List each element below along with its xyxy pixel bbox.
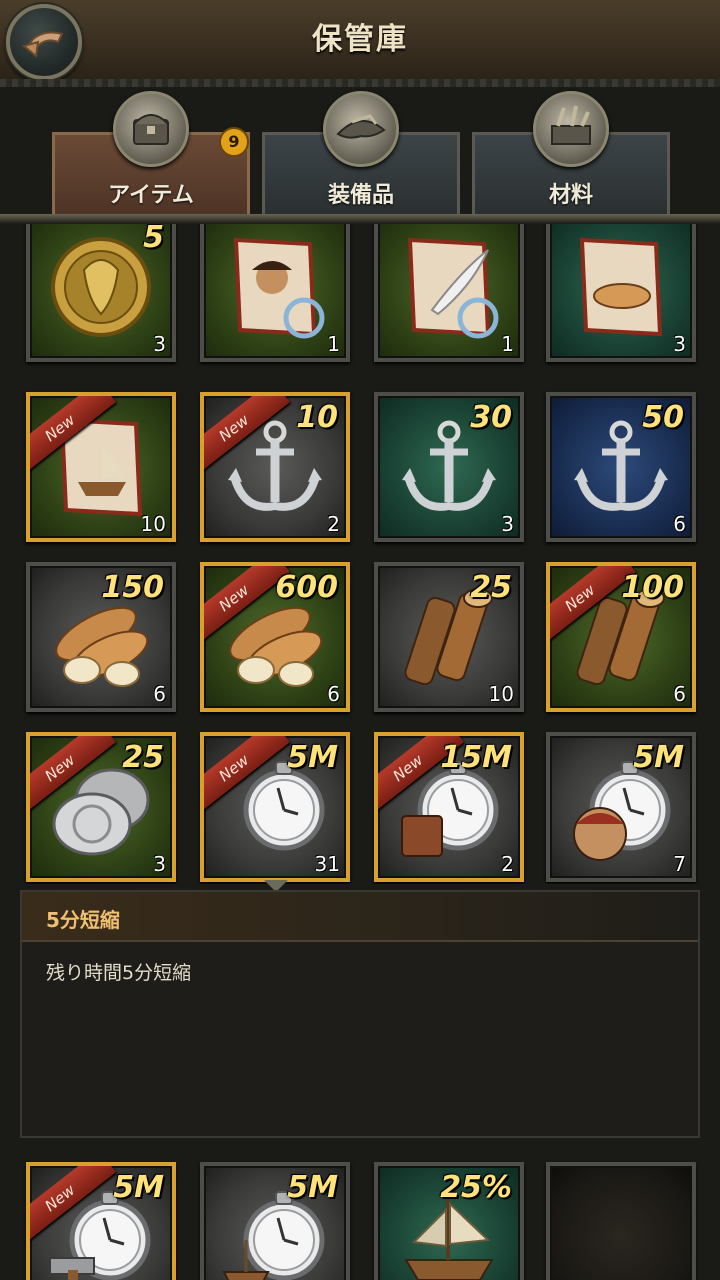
item-value: 5M bbox=[287, 740, 338, 775]
item-slot[interactable]: New 15M 2 bbox=[374, 732, 524, 882]
item-slot[interactable]: 30 3 bbox=[374, 392, 524, 542]
item-value: 25% bbox=[440, 1170, 512, 1205]
item-quantity: 10 bbox=[488, 682, 514, 706]
item-description: 残り時間5分短縮 bbox=[46, 962, 192, 984]
hat-icon bbox=[323, 91, 399, 167]
item-value: 600 bbox=[275, 570, 338, 605]
chest-icon bbox=[113, 91, 189, 167]
item-quantity: 1 bbox=[327, 332, 340, 356]
item-quantity: 6 bbox=[327, 682, 340, 706]
item-value: 5M bbox=[633, 740, 684, 775]
item-quantity: 3 bbox=[673, 332, 686, 356]
tab-materials[interactable]: 材料 bbox=[472, 91, 670, 214]
tabs-divider bbox=[0, 214, 720, 224]
page-title: 保管庫 bbox=[312, 22, 408, 57]
item-value: 100 bbox=[621, 570, 684, 605]
item-quantity: 10 bbox=[140, 512, 166, 536]
item-value: 50 bbox=[642, 400, 684, 435]
item-quantity: 1 bbox=[501, 332, 514, 356]
item-quantity: 6 bbox=[673, 512, 686, 536]
item-slot[interactable]: New 25 3 bbox=[26, 732, 176, 882]
item-quantity: 6 bbox=[673, 682, 686, 706]
pirate-scroll-icon bbox=[218, 230, 332, 344]
mermaid-medallion-icon bbox=[44, 230, 158, 344]
quill-scroll-icon bbox=[392, 230, 506, 344]
tab-label: アイテム bbox=[108, 183, 194, 208]
materials-icon bbox=[533, 91, 609, 167]
item-slot[interactable]: New 10 2 bbox=[200, 392, 350, 542]
item-quantity: 2 bbox=[327, 512, 340, 536]
item-quantity: 3 bbox=[153, 852, 166, 876]
item-slot[interactable]: 1 bbox=[200, 224, 350, 362]
item-count-badge: 9 bbox=[219, 127, 249, 157]
item-slot[interactable]: New 5M 31 bbox=[200, 732, 350, 882]
item-grid-bottom: New 5M 5M 25% bbox=[0, 1160, 720, 1280]
tab-label: 材料 bbox=[548, 183, 593, 208]
item-slot[interactable]: 53 bbox=[26, 224, 176, 362]
item-quantity: 3 bbox=[501, 512, 514, 536]
item-value: 25 bbox=[122, 740, 164, 775]
item-slot[interactable]: 25% bbox=[374, 1162, 524, 1280]
tab-items[interactable]: 9 アイテム bbox=[52, 91, 250, 214]
item-value: 5M bbox=[287, 1170, 338, 1205]
item-value: 30 bbox=[470, 400, 512, 435]
item-quantity: 6 bbox=[153, 682, 166, 706]
item-value: 10 bbox=[296, 400, 338, 435]
item-slot[interactable]: New 100 6 bbox=[546, 562, 696, 712]
item-quantity: 3 bbox=[153, 332, 166, 356]
tab-bar: 9 アイテム 装備品 材料 bbox=[0, 90, 720, 224]
item-quantity: 2 bbox=[501, 852, 514, 876]
item-value: 15M bbox=[440, 740, 512, 775]
item-quantity: 31 bbox=[314, 852, 340, 876]
bread-scroll-icon bbox=[564, 230, 678, 344]
item-slot[interactable]: 150 6 bbox=[26, 562, 176, 712]
item-slot[interactable]: 1 bbox=[374, 224, 524, 362]
item-slot[interactable]: New 5M bbox=[26, 1162, 176, 1280]
item-slot[interactable]: 5M 7 bbox=[546, 732, 696, 882]
item-slot[interactable] bbox=[546, 1162, 696, 1280]
item-value: 5 bbox=[143, 224, 164, 255]
item-description-panel: 5分短縮 残り時間5分短縮 bbox=[20, 890, 700, 1138]
item-slot[interactable]: 25 10 bbox=[374, 562, 524, 712]
item-name: 5分短縮 bbox=[22, 892, 698, 942]
item-slot[interactable]: New 600 6 bbox=[200, 562, 350, 712]
item-value: 25 bbox=[470, 570, 512, 605]
tab-label: 装備品 bbox=[327, 183, 394, 208]
top-bar: 保管庫 bbox=[0, 0, 720, 87]
item-value: 150 bbox=[101, 570, 164, 605]
item-slot[interactable]: 5M bbox=[200, 1162, 350, 1280]
item-grid: 5 3 1 1 3 New 10 New 10 2 30 3 50 6 150 6 New 600 6 25 10 New… bbox=[0, 224, 720, 884]
tab-equipment[interactable]: 装備品 bbox=[262, 91, 460, 214]
item-slot[interactable]: 3 bbox=[546, 224, 696, 362]
item-value: 5M bbox=[113, 1170, 164, 1205]
item-quantity: 7 bbox=[673, 852, 686, 876]
item-slot[interactable]: 50 6 bbox=[546, 392, 696, 542]
item-slot[interactable]: New 10 bbox=[26, 392, 176, 542]
